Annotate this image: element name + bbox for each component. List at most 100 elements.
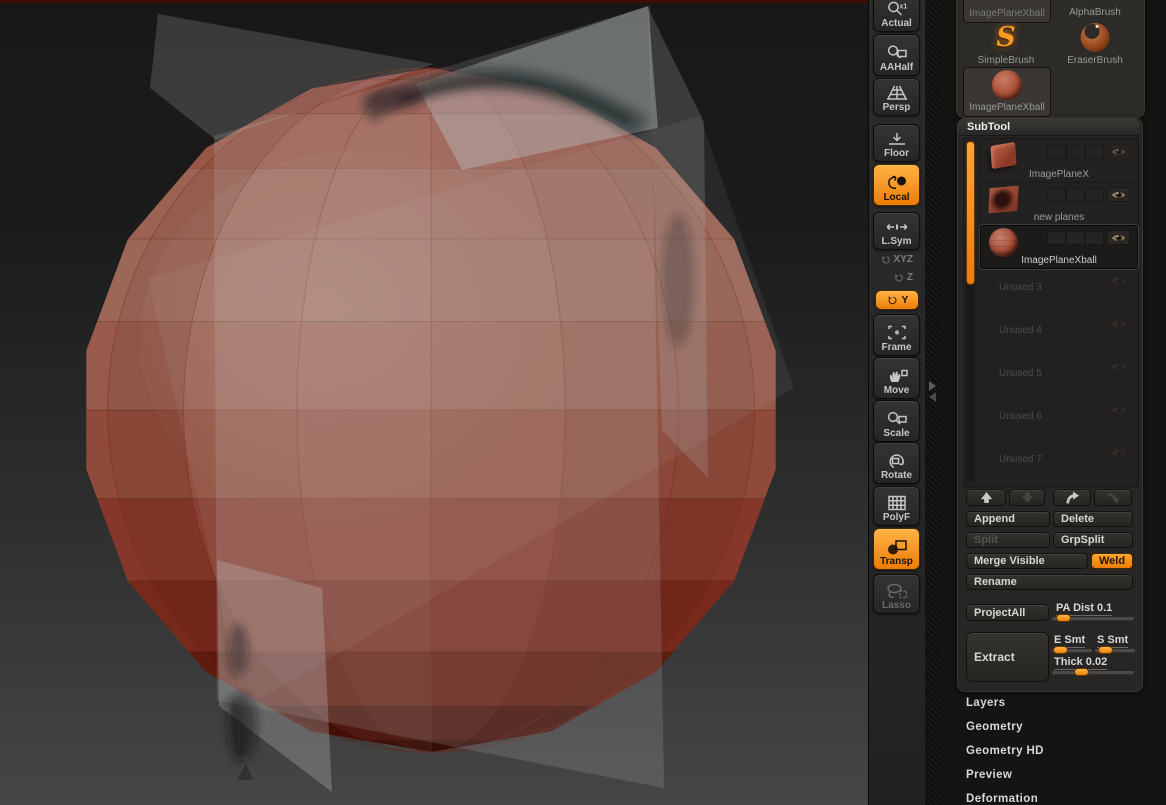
toolbar-button-lsym[interactable]: L.Sym [873, 212, 920, 250]
projectall-button[interactable]: ProjectAll [966, 604, 1049, 621]
subtool-scrollbar-thumb[interactable] [966, 141, 975, 285]
toolbar-button-aahalf[interactable]: AAHalf [873, 34, 920, 76]
s-smt-slider-track[interactable] [1095, 646, 1135, 654]
pa-dist-slider-handle[interactable] [1056, 614, 1072, 622]
toolbar-button-icon [885, 0, 909, 18]
brush-thumbnail-icon [964, 0, 1050, 8]
visibility-eye-button[interactable] [1107, 402, 1130, 417]
toolbar-button-icon [880, 254, 893, 266]
extract-button[interactable]: Extract [966, 632, 1049, 682]
subtool-item-label: Unused 3 [999, 282, 1042, 293]
subtool-slot[interactable] [1047, 231, 1066, 245]
panel-divider[interactable] [925, 0, 941, 805]
split-button[interactable]: Split [966, 532, 1050, 548]
subtool-slot[interactable] [1085, 188, 1104, 202]
visibility-eye-button[interactable] [1107, 445, 1130, 460]
subtool-item-unused-4[interactable]: Unused 4 [980, 311, 1138, 355]
toolbar-button-persp[interactable]: Persp [873, 78, 920, 116]
thick-slider-handle[interactable] [1074, 668, 1090, 676]
section-header-geometry[interactable]: Geometry [966, 721, 1023, 733]
toolbar-button-rot-xyz[interactable]: XYZ [873, 251, 920, 268]
visibility-eye-button[interactable] [1107, 316, 1130, 331]
subtool-slot[interactable] [1085, 145, 1104, 159]
brush-tile-simplebrush[interactable]: SimpleBrush [963, 21, 1049, 69]
brush-tile-imageplanexball[interactable]: ImagePlaneXball [963, 67, 1051, 117]
toolbar-button-rot-y[interactable]: Y [875, 290, 919, 310]
subtool-item-label: ImagePlaneX [1028, 169, 1090, 180]
subtool-slot[interactable] [1066, 231, 1085, 245]
section-header-preview[interactable]: Preview [966, 769, 1012, 781]
viewport-toolbar: Actual AAHalf Persp Floor Local L.Sym XY… [868, 0, 925, 805]
toolbar-button-polyf[interactable]: PolyF [873, 486, 920, 526]
reference-image-planes [148, 6, 794, 792]
section-header-layers[interactable]: Layers [966, 697, 1005, 709]
subtool-item-unused-3[interactable]: Unused 3 [980, 268, 1138, 312]
toolbar-button-label: XYZ [893, 254, 913, 265]
subtool-slot[interactable] [1085, 231, 1104, 245]
toolbar-button-floor[interactable]: Floor [873, 124, 920, 162]
pa-dist-slider-track[interactable] [1052, 614, 1134, 622]
rename-button[interactable]: Rename [966, 574, 1133, 590]
toolbar-button-icon [885, 324, 909, 342]
visibility-eye-button[interactable] [1107, 144, 1130, 159]
toolbar-button-icon [886, 294, 900, 307]
subtool-item-imageplanexball[interactable]: ImagePlaneXball [980, 225, 1138, 269]
s-smt-slider-handle[interactable] [1098, 646, 1113, 654]
toolbar-button-move[interactable]: Move [873, 357, 920, 399]
toolbar-button-label: Local [883, 192, 910, 203]
toolbar-button-rot-z[interactable]: Z [873, 269, 920, 286]
move-down-button[interactable] [1009, 489, 1045, 506]
toolbar-button-label: Actual [881, 18, 912, 29]
toolbar-button-local[interactable]: Local [873, 164, 920, 206]
visibility-eye-button[interactable] [1107, 273, 1130, 288]
divider-handle[interactable] [927, 381, 939, 403]
subtool-item-label: Unused 7 [999, 454, 1042, 465]
subtool-item-imageplanex[interactable]: ImagePlaneX [980, 139, 1138, 183]
merge-visible-button[interactable]: Merge Visible [966, 553, 1088, 569]
toolbar-button-label: Transp [880, 556, 913, 567]
subtool-slot[interactable] [1066, 188, 1085, 202]
toolbar-button-label: Floor [884, 148, 909, 159]
delete-button[interactable]: Delete [1053, 511, 1133, 527]
e-smt-slider-track[interactable] [1052, 646, 1092, 654]
toolbar-button-lasso[interactable]: Lasso [873, 574, 920, 614]
subtool-item-unused-5[interactable]: Unused 5 [980, 354, 1138, 398]
weld-button[interactable]: Weld [1091, 553, 1133, 569]
section-header-deformation[interactable]: Deformation [966, 793, 1038, 805]
thick-slider-track[interactable] [1052, 668, 1134, 676]
brush-tile-eraserbrush[interactable]: EraserBrush [1052, 21, 1138, 69]
subtool-item-unused-6[interactable]: Unused 6 [980, 397, 1138, 441]
subtool-item-unused-7[interactable]: Unused 7 [980, 440, 1138, 484]
move-up-button[interactable] [966, 489, 1006, 506]
subtool-slot[interactable] [1066, 145, 1085, 159]
toolbar-button-actual[interactable]: Actual [873, 0, 920, 32]
visibility-eye-button[interactable] [1107, 230, 1130, 245]
toolbar-button-transp[interactable]: Transp [873, 528, 920, 570]
thick-value: 0.02 [1085, 656, 1108, 668]
toolbar-button-scale[interactable]: Scale [873, 400, 920, 442]
subtool-slot[interactable] [1047, 188, 1066, 202]
subtool-slot[interactable] [1047, 145, 1066, 159]
append-button[interactable]: Append [966, 511, 1050, 527]
toolbar-button-frame[interactable]: Frame [873, 314, 920, 356]
toolbar-button-label: Rotate [880, 470, 913, 481]
subtool-panel-header[interactable]: SubTool [958, 119, 1140, 136]
subtool-item-new-planes[interactable]: new planes [980, 182, 1138, 226]
section-header-geometry-hd[interactable]: Geometry HD [966, 745, 1044, 757]
toolbar-button-rotate[interactable]: Rotate [873, 442, 920, 484]
duplicate-button[interactable] [1053, 489, 1091, 506]
subtool-item-label: new planes [1033, 212, 1085, 223]
toolbar-button-icon [885, 494, 909, 512]
visibility-eye-button[interactable] [1107, 187, 1130, 202]
brush-tile-label: EraserBrush [1067, 55, 1123, 66]
brush-tile-imageplanexball[interactable]: ImagePlaneXball [963, 0, 1051, 23]
e-smt-slider-handle[interactable] [1052, 646, 1068, 654]
toolbar-button-label: Lasso [882, 600, 911, 611]
grpsplit-button[interactable]: GrpSplit [1053, 532, 1133, 548]
insert-button[interactable] [1094, 489, 1132, 506]
subtool-item-label: Unused 4 [999, 325, 1042, 336]
viewport-3d[interactable] [0, 0, 868, 805]
visibility-eye-button[interactable] [1107, 359, 1130, 374]
brush-tile-alphabrush[interactable]: AlphaBrush [1052, 0, 1138, 21]
brush-tile-label: ImagePlaneXball [969, 102, 1045, 113]
